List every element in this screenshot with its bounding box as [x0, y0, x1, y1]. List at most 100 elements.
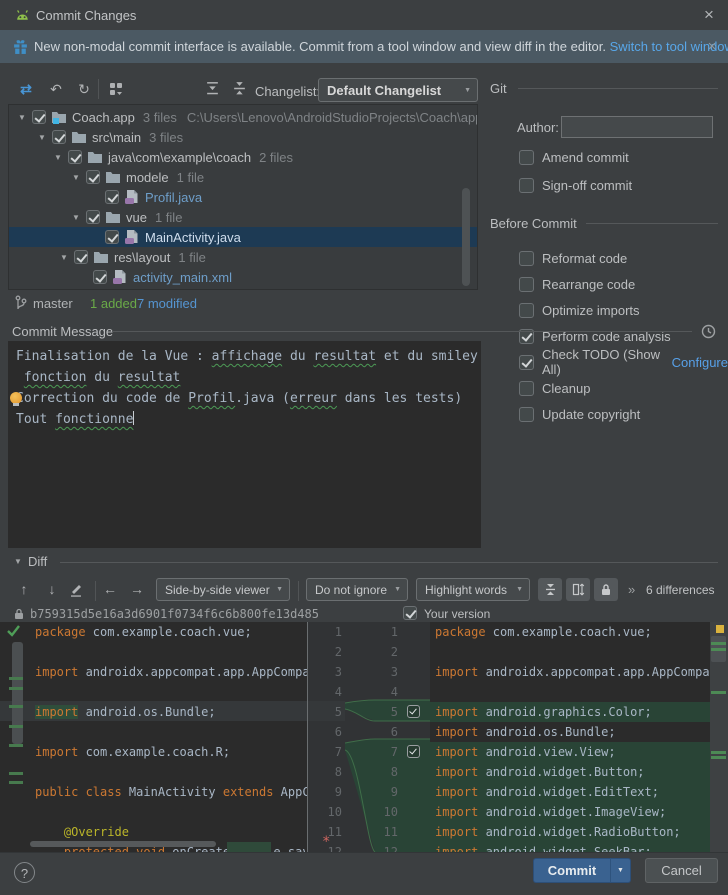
tree-row-vue[interactable]: ▼ vue 1 file — [9, 207, 477, 227]
tree-checkbox[interactable] — [74, 250, 88, 264]
tree-checkbox[interactable] — [105, 190, 119, 204]
update-copyright-checkbox[interactable] — [519, 407, 534, 422]
tree-checkbox[interactable] — [86, 210, 100, 224]
diff-code-line: import android.os.Bundle; — [430, 722, 710, 742]
diff-splitter[interactable] — [307, 622, 308, 852]
tree-checkbox[interactable] — [52, 130, 66, 144]
line-number: 7 — [307, 742, 342, 762]
history-icon[interactable] — [701, 324, 716, 339]
tree-expand-icon[interactable]: ▼ — [51, 153, 65, 162]
optimize-imports-checkbox[interactable] — [519, 303, 534, 318]
previous-difference-icon[interactable]: ↑ — [14, 580, 34, 598]
tree-row-coach-app[interactable]: ▼ Coach.app 3 files C:\Users\Lenovo\Andr… — [9, 107, 477, 127]
configure-link[interactable]: Configure — [672, 355, 728, 370]
reformat-code-checkbox[interactable] — [519, 251, 534, 266]
tree-expand-icon[interactable]: ▼ — [15, 113, 29, 122]
group-by-icon[interactable] — [108, 81, 124, 97]
help-button[interactable]: ? — [14, 862, 35, 883]
tree-row-java-package[interactable]: ▼ java\com\example\coach 2 files — [9, 147, 477, 167]
diff-right-pane[interactable]: package com.example.coach.vue;import and… — [430, 622, 710, 852]
option-perform-code-analysis[interactable]: Perform code analysis — [519, 327, 728, 345]
ignore-policy-select[interactable]: Do not ignore ▼ — [306, 578, 408, 601]
rearrange-code-checkbox[interactable] — [519, 277, 534, 292]
cancel-button[interactable]: Cancel — [645, 858, 718, 883]
left-scrollbar[interactable] — [12, 642, 23, 744]
amend-commit-option[interactable]: Amend commit — [519, 148, 629, 166]
option-cleanup[interactable]: Cleanup — [519, 379, 728, 397]
tree-checkbox[interactable] — [105, 230, 119, 244]
apply-right-icon[interactable]: → — [127, 580, 147, 598]
tree-checkbox[interactable] — [93, 270, 107, 284]
next-difference-icon[interactable]: ↓ — [42, 580, 62, 598]
tree-item-count: 2 files — [259, 150, 293, 165]
tree-expand-icon[interactable]: ▼ — [69, 173, 83, 182]
option-rearrange-code[interactable]: Rearrange code — [519, 275, 728, 293]
signoff-commit-option[interactable]: Sign-off commit — [519, 176, 632, 194]
check-todo-checkbox[interactable] — [519, 355, 534, 370]
tree-expand-icon[interactable]: ▼ — [35, 133, 49, 142]
tree-checkbox[interactable] — [32, 110, 46, 124]
option-update-copyright[interactable]: Update copyright — [519, 405, 728, 423]
viewer-select[interactable]: Side-by-side viewer ▼ — [156, 578, 290, 601]
highlight-policy-select[interactable]: Highlight words ▼ — [416, 578, 530, 601]
line-checkbox[interactable] — [407, 745, 420, 758]
commit-button[interactable]: Commit — [533, 858, 610, 883]
folder-icon — [93, 250, 109, 264]
diff-code-line: import androidx.appcompat.app.AppCompatA… — [430, 662, 710, 682]
apply-left-icon[interactable]: ← — [100, 580, 120, 598]
before-commit-line — [586, 223, 718, 224]
lightbulb-icon[interactable] — [10, 392, 22, 404]
tree-row-mainactivity-java[interactable]: MainActivity.java — [9, 227, 477, 247]
change-marker — [9, 744, 23, 747]
sync-scrolling-toggle[interactable] — [566, 578, 590, 601]
option-check-todo[interactable]: Check TODO (Show All) Configure — [519, 353, 728, 371]
amend-commit-checkbox[interactable] — [519, 150, 534, 165]
tree-expand-icon[interactable]: ▼ — [69, 213, 83, 222]
close-icon[interactable]: × — [698, 4, 720, 26]
before-commit-title: Before Commit — [490, 216, 577, 231]
option-optimize-imports[interactable]: Optimize imports — [519, 301, 728, 319]
collapse-all-icon[interactable] — [232, 81, 247, 96]
banner-close-icon[interactable]: × — [703, 38, 721, 56]
author-input[interactable] — [561, 116, 713, 138]
expand-all-icon[interactable] — [205, 81, 220, 96]
tree-row-profil-java[interactable]: Profil.java — [9, 187, 477, 207]
collapse-unchanged-toggle[interactable] — [538, 578, 562, 601]
disable-editing-toggle[interactable] — [594, 578, 618, 601]
tree-row-modele[interactable]: ▼ modele 1 file — [9, 167, 477, 187]
commit-message-line: fonction du resultat — [8, 367, 481, 388]
commit-message-input[interactable]: Finalisation de la Vue : affichage du re… — [8, 341, 481, 548]
warning-stripe-mark[interactable] — [716, 625, 724, 633]
error-stripe[interactable] — [710, 622, 728, 852]
added-count[interactable]: 1 added — [90, 296, 137, 311]
show-diff-icon[interactable]: ⇄ — [16, 80, 36, 98]
tree-row-res-layout[interactable]: ▼ res\layout 1 file — [9, 247, 477, 267]
tree-checkbox[interactable] — [86, 170, 100, 184]
option-reformat-code[interactable]: Reformat code — [519, 249, 728, 267]
modified-count[interactable]: 7 modified — [137, 296, 197, 311]
sync-scrolling-icon — [572, 583, 585, 596]
horizontal-scrollbar[interactable] — [30, 841, 216, 847]
tree-row-src-main[interactable]: ▼ src\main 3 files — [9, 127, 477, 147]
tree-scrollbar[interactable] — [462, 188, 470, 286]
tree-expand-icon[interactable]: ▼ — [57, 253, 71, 262]
java-file-icon — [124, 190, 140, 204]
tree-row-activity-main-xml[interactable]: activity_main.xml — [9, 267, 477, 287]
changelist-label: Changelist: — [255, 84, 320, 99]
chevron-down-icon: ▼ — [464, 87, 471, 94]
line-checkbox[interactable] — [407, 705, 420, 718]
toolbar-separator — [98, 79, 99, 99]
signoff-commit-checkbox[interactable] — [519, 178, 534, 193]
edit-source-icon[interactable] — [68, 582, 84, 598]
cleanup-checkbox[interactable] — [519, 381, 534, 396]
tree-checkbox[interactable] — [68, 150, 82, 164]
diff-collapse-arrow[interactable]: ▼ — [14, 557, 22, 566]
changelist-select[interactable]: Default Changelist ▼ — [318, 78, 478, 102]
refresh-icon[interactable]: ↻ — [74, 80, 94, 98]
more-actions-chevron[interactable]: » — [628, 582, 635, 597]
commit-options-arrow[interactable]: ▼ — [610, 858, 631, 883]
diff-left-pane[interactable]: package com.example.coach.vue;import and… — [30, 622, 307, 852]
your-version-checkbox[interactable] — [403, 606, 417, 620]
rollback-icon[interactable]: ↶ — [46, 80, 66, 98]
xml-file-icon — [112, 270, 128, 284]
